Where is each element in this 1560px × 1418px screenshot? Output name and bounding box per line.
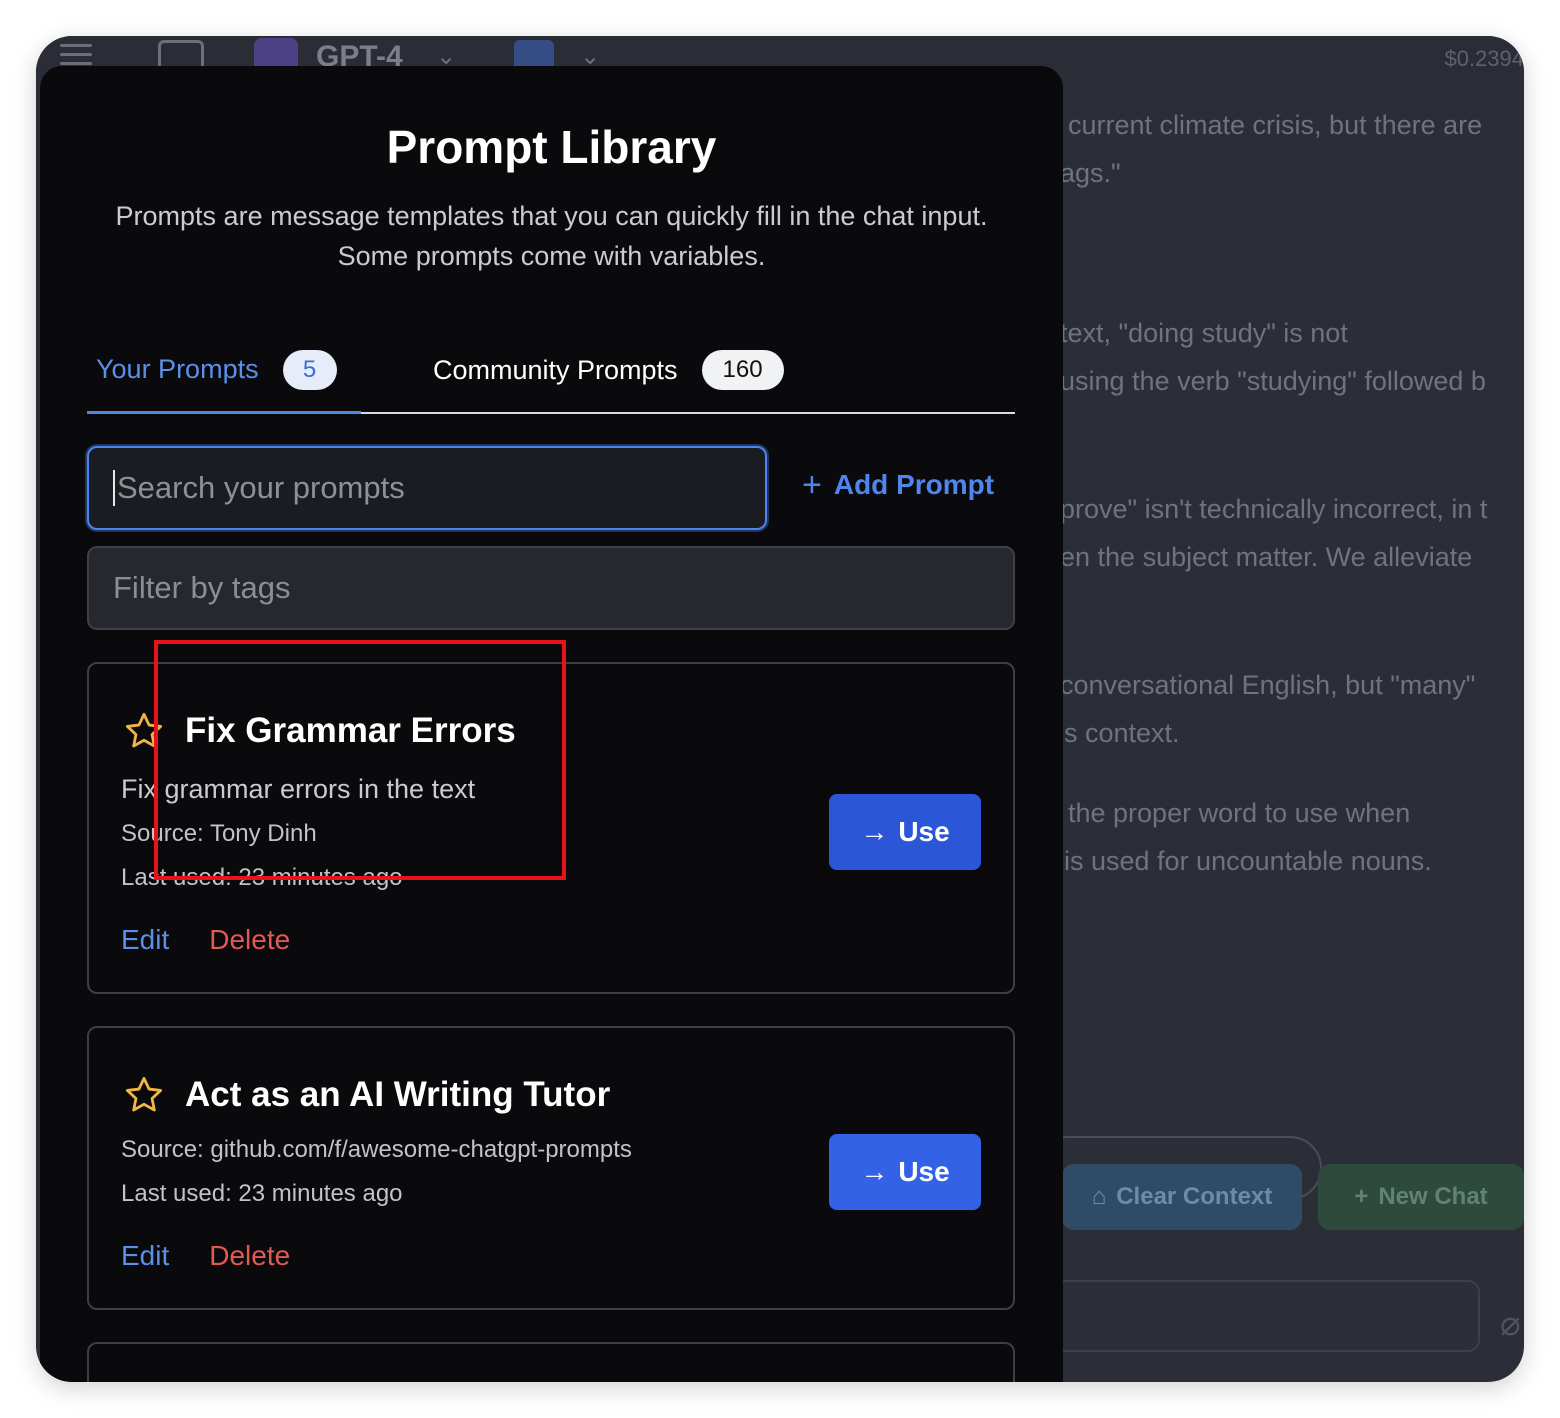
- chat-text: s context.: [1064, 718, 1180, 748]
- app-window: GPT-4 ⌄ ⌄ $0.2394 current climate crisis…: [36, 36, 1524, 1382]
- count-badge: 160: [701, 350, 784, 390]
- prompt-card: Act as an AI Writing Tutor Source: githu…: [87, 1026, 1015, 1310]
- tab-community-prompts[interactable]: Community Prompts 160: [433, 328, 784, 412]
- prompt-description: Fix grammar errors in the text: [121, 774, 476, 804]
- prompt-source: Source: github.com/f/awesome-chatgpt-pro…: [121, 1136, 632, 1163]
- chat-text: en the subject matter. We alleviate: [1060, 542, 1473, 572]
- use-prompt-button[interactable]: → Use: [829, 1134, 981, 1210]
- prompt-actions: Edit Delete: [121, 1240, 290, 1272]
- chat-input[interactable]: [1036, 1280, 1480, 1352]
- modal-title: Prompt Library: [386, 121, 717, 173]
- search-field[interactable]: [87, 446, 767, 530]
- tag-filter-field[interactable]: [87, 546, 1015, 630]
- edit-link[interactable]: Edit: [121, 924, 169, 956]
- tab-label: Community Prompts: [433, 354, 678, 385]
- add-prompt-button[interactable]: + Add Prompt: [802, 468, 994, 502]
- chat-text: is used for uncountable nouns.: [1064, 846, 1432, 876]
- star-icon[interactable]: [123, 710, 165, 752]
- chat-text: prove" isn't technically incorrect, in t: [1060, 494, 1488, 524]
- tab-your-prompts[interactable]: Your Prompts 5: [87, 328, 361, 414]
- new-chat-button[interactable]: + New Chat: [1318, 1164, 1524, 1230]
- delete-link[interactable]: Delete: [209, 924, 290, 956]
- paperclip-icon[interactable]: ⌀: [1500, 1304, 1520, 1344]
- prompt-last-used: Last used: 23 minutes ago: [121, 864, 403, 891]
- search-input[interactable]: [113, 470, 765, 506]
- tab-label: Your Prompts: [96, 354, 259, 384]
- prompt-header: Fix Grammar Errors: [123, 710, 516, 752]
- modal-description: Prompts are message templates that you c…: [115, 201, 988, 271]
- prompt-tabs: Your Prompts 5 Community Prompts 160: [87, 328, 1015, 414]
- prompt-last-used: Last used: 23 minutes ago: [121, 1180, 403, 1207]
- arrow-right-icon: →: [860, 1156, 889, 1187]
- prompt-source: Source: Tony Dinh: [121, 820, 317, 847]
- delete-link[interactable]: Delete: [209, 1240, 290, 1272]
- star-icon[interactable]: [123, 1074, 165, 1116]
- prompt-header: Act as an AI Writing Tutor: [123, 1074, 610, 1116]
- cost-label: $0.2394: [1444, 46, 1524, 71]
- prompt-library-modal: Prompt Library Prompts are message templ…: [40, 66, 1063, 1382]
- plus-icon: +: [1354, 1183, 1369, 1210]
- use-prompt-button[interactable]: → Use: [829, 794, 981, 870]
- clear-context-button[interactable]: ⌂ Clear Context: [1062, 1164, 1302, 1230]
- chat-text: the proper word to use when: [1068, 798, 1411, 828]
- chat-text: conversational English, but "many": [1060, 670, 1476, 700]
- arrow-right-icon: →: [860, 816, 889, 847]
- prompt-card: Fix Grammar Errors Fix grammar errors in…: [87, 662, 1015, 994]
- prompt-title: Fix Grammar Errors: [185, 711, 516, 750]
- edit-link[interactable]: Edit: [121, 1240, 169, 1272]
- prompt-card: [87, 1342, 1015, 1382]
- chat-text: current climate crisis, but there are: [1068, 110, 1483, 140]
- chat-text: ags.": [1060, 158, 1121, 188]
- chat-text: text, "doing study" is not: [1060, 318, 1348, 348]
- menu-icon[interactable]: [60, 44, 92, 66]
- broom-icon: ⌂: [1091, 1183, 1107, 1210]
- plus-icon: +: [802, 466, 822, 504]
- prompt-title: Act as an AI Writing Tutor: [185, 1075, 611, 1114]
- count-badge: 5: [282, 349, 337, 390]
- tag-filter-input[interactable]: [113, 570, 1013, 606]
- chat-text: using the verb "studying" followed b: [1060, 366, 1486, 396]
- prompt-actions: Edit Delete: [121, 924, 290, 956]
